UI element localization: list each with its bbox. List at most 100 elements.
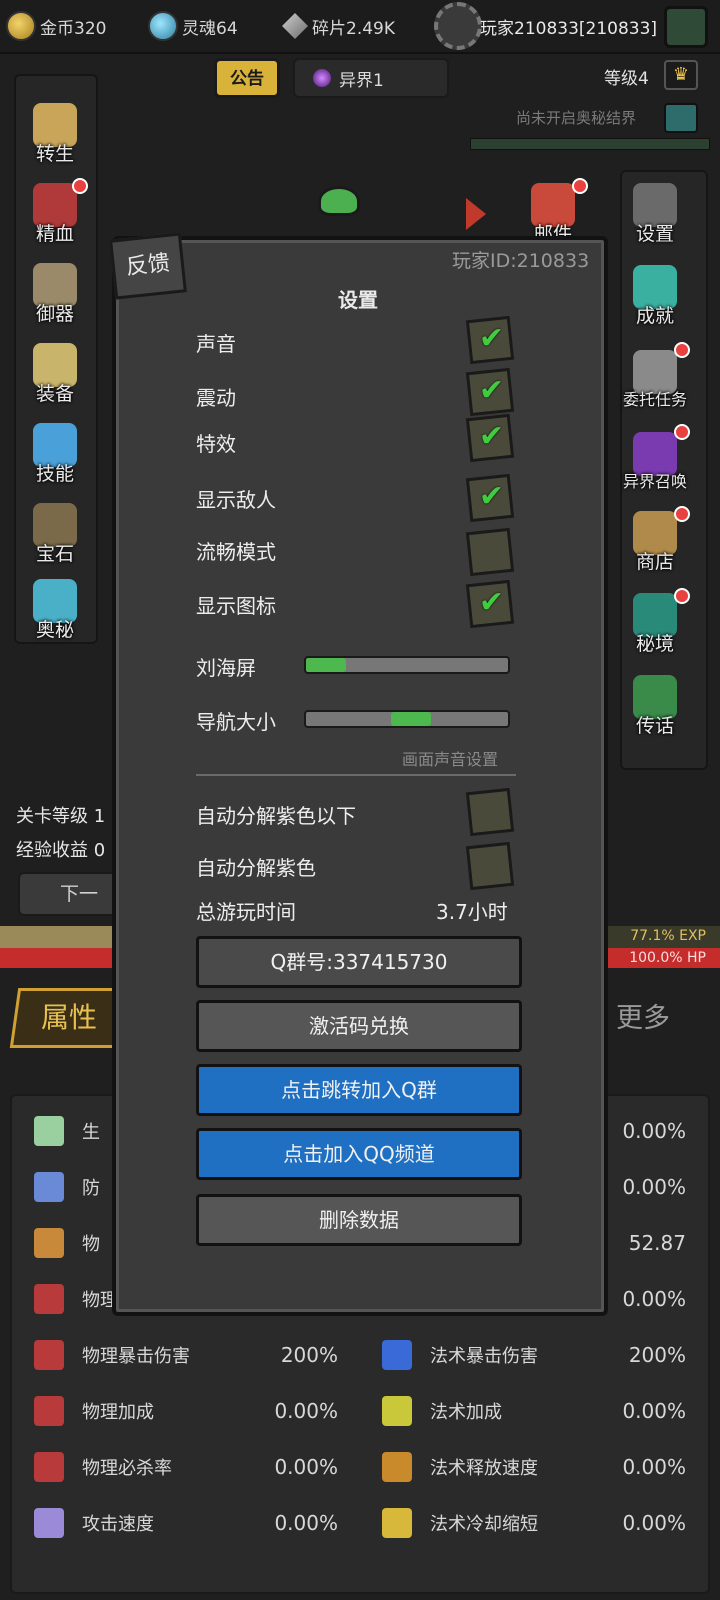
left-menu-item[interactable]: 奥秘 [14,572,96,642]
option-checkbox[interactable]: ✔ [465,315,515,365]
option-label: 特效 [196,432,236,456]
checkmark-icon: ✔ [478,372,505,408]
stat-icon [34,1508,64,1538]
notch-slider-knob[interactable] [306,658,346,672]
option-checkbox[interactable]: ✔ [465,473,515,523]
stat-icon [34,1172,64,1202]
notification-dot [674,424,690,440]
right-menu-item-label: 异界召唤 [622,472,687,491]
playtime-label: 总游玩时间 [196,900,296,924]
notch-slider[interactable] [304,656,510,674]
left-menu-item[interactable]: 技能 [14,416,96,486]
right-menu-item[interactable]: 传话 [614,668,696,738]
tab-more[interactable]: 更多 [616,996,670,1035]
playtime-value: 3.7小时 [436,900,508,924]
soul-resource: 灵魂64 [148,11,238,41]
next-stage-button[interactable]: 下一 [18,872,118,916]
left-menu-item[interactable]: 宝石 [14,496,96,566]
right-menu-item-label: 传话 [635,715,674,737]
right-menu-item[interactable]: 委托任务 [614,340,696,410]
stat-value: 0.00% [622,1399,686,1423]
option-checkbox[interactable]: ✔ [465,413,515,463]
player-avatar[interactable] [664,6,708,48]
auto-decompose-purple-label: 自动分解紫色 [196,856,316,880]
delete-data-button[interactable]: 删除数据 [196,1194,522,1246]
left-menu-item[interactable]: 御器 [14,256,96,326]
announcement-button[interactable]: 公告 [214,58,280,98]
option-checkbox[interactable] [465,527,515,577]
stat-value: 0.00% [622,1175,686,1199]
gear-icon[interactable] [434,2,482,50]
settings-title: 设置 [338,288,378,312]
tab-attributes[interactable]: 属性 [9,988,129,1048]
stat-name: 法术加成 [430,1402,502,1423]
right-menu-item[interactable]: 商店 [614,504,696,574]
stat-row: 法术冷却缩短 0.00% [376,1500,686,1546]
left-menu-item-label: 宝石 [35,543,74,565]
auto-decompose-purple-checkbox[interactable] [465,841,515,891]
option-label: 流畅模式 [196,540,276,564]
stat-value: 200% [280,1343,338,1367]
notification-dot [674,506,690,522]
stat-row: 攻击速度 0.00% [28,1500,338,1546]
arrow-right-icon [466,198,486,230]
nav-size-slider[interactable] [304,710,510,728]
right-menu-item-label: 设置 [635,223,674,245]
left-menu-item-label: 奥秘 [35,619,74,641]
right-menu-item[interactable]: 成就 [614,258,696,328]
feedback-button[interactable]: 反馈 [109,232,187,300]
stat-value: 200% [628,1343,686,1367]
option-label: 显示图标 [196,594,276,618]
stat-row: 物理加成 0.00% [28,1388,338,1434]
notification-dot [674,588,690,604]
player-id: 玩家ID:210833 [452,250,590,272]
notch-label: 刘海屏 [196,656,256,680]
shard-icon [282,13,308,39]
slime-icon [318,186,360,216]
screen-sound-settings-link[interactable]: 画面声音设置 [402,746,498,770]
join-qq-group-button[interactable]: 点击跳转加入Q群 [196,1064,522,1116]
auto-decompose-below-purple-checkbox[interactable] [465,787,515,837]
right-menu-item[interactable]: 设置 [614,176,696,246]
swirl-icon[interactable] [664,103,698,133]
stat-icon [382,1340,412,1370]
player-name: 玩家210833[210833] [480,19,658,39]
secret-barrier-status: 尚未开启奥秘结界 [516,109,637,127]
option-checkbox[interactable]: ✔ [465,579,515,629]
stat-icon [34,1340,64,1370]
stat-name: 法术暴击伤害 [430,1346,538,1367]
left-menu-item-label: 精血 [35,223,74,245]
left-menu-item[interactable]: 装备 [14,336,96,406]
right-menu-item[interactable]: 秘境 [614,586,696,656]
left-menu-item[interactable]: 转生 [14,96,96,166]
stat-icon [382,1452,412,1482]
realm-label: 异界1 [339,70,384,91]
stat-icon [34,1396,64,1426]
redeem-code-button[interactable]: 激活码兑换 [196,1000,522,1052]
stat-name: 法术冷却缩短 [430,1514,538,1535]
left-menu-item[interactable]: 精血 [14,176,96,246]
stat-row: 法术暴击伤害 200% [376,1332,686,1378]
vortex-icon [313,69,331,87]
option-checkbox[interactable]: ✔ [465,367,515,417]
realm-selector[interactable]: 异界1 [293,58,449,98]
notification-dot [572,178,588,194]
gold-resource: 金币320 [6,11,106,41]
stat-value: 52.87 [628,1231,686,1255]
stat-icon [34,1284,64,1314]
right-menu-item-label: 委托任务 [622,390,687,409]
hp-percent: 100.0% HP [629,950,706,966]
stat-value: 0.00% [274,1399,338,1423]
stat-name: 攻击速度 [82,1514,154,1535]
nav-size-slider-knob[interactable] [391,712,431,726]
divider [196,774,516,776]
right-menu-item[interactable]: 异界召唤 [614,422,696,492]
stat-name: 物理必杀率 [82,1458,172,1479]
qq-group-number-button[interactable]: Q群号:337415730 [196,936,522,988]
nav-size-label: 导航大小 [196,710,276,734]
stat-name: 物理加成 [82,1402,154,1423]
crown-icon[interactable]: ♛ [664,60,698,90]
checkmark-icon: ✔ [478,418,505,454]
stat-icon [34,1228,64,1258]
join-qq-channel-button[interactable]: 点击加入QQ频道 [196,1128,522,1180]
